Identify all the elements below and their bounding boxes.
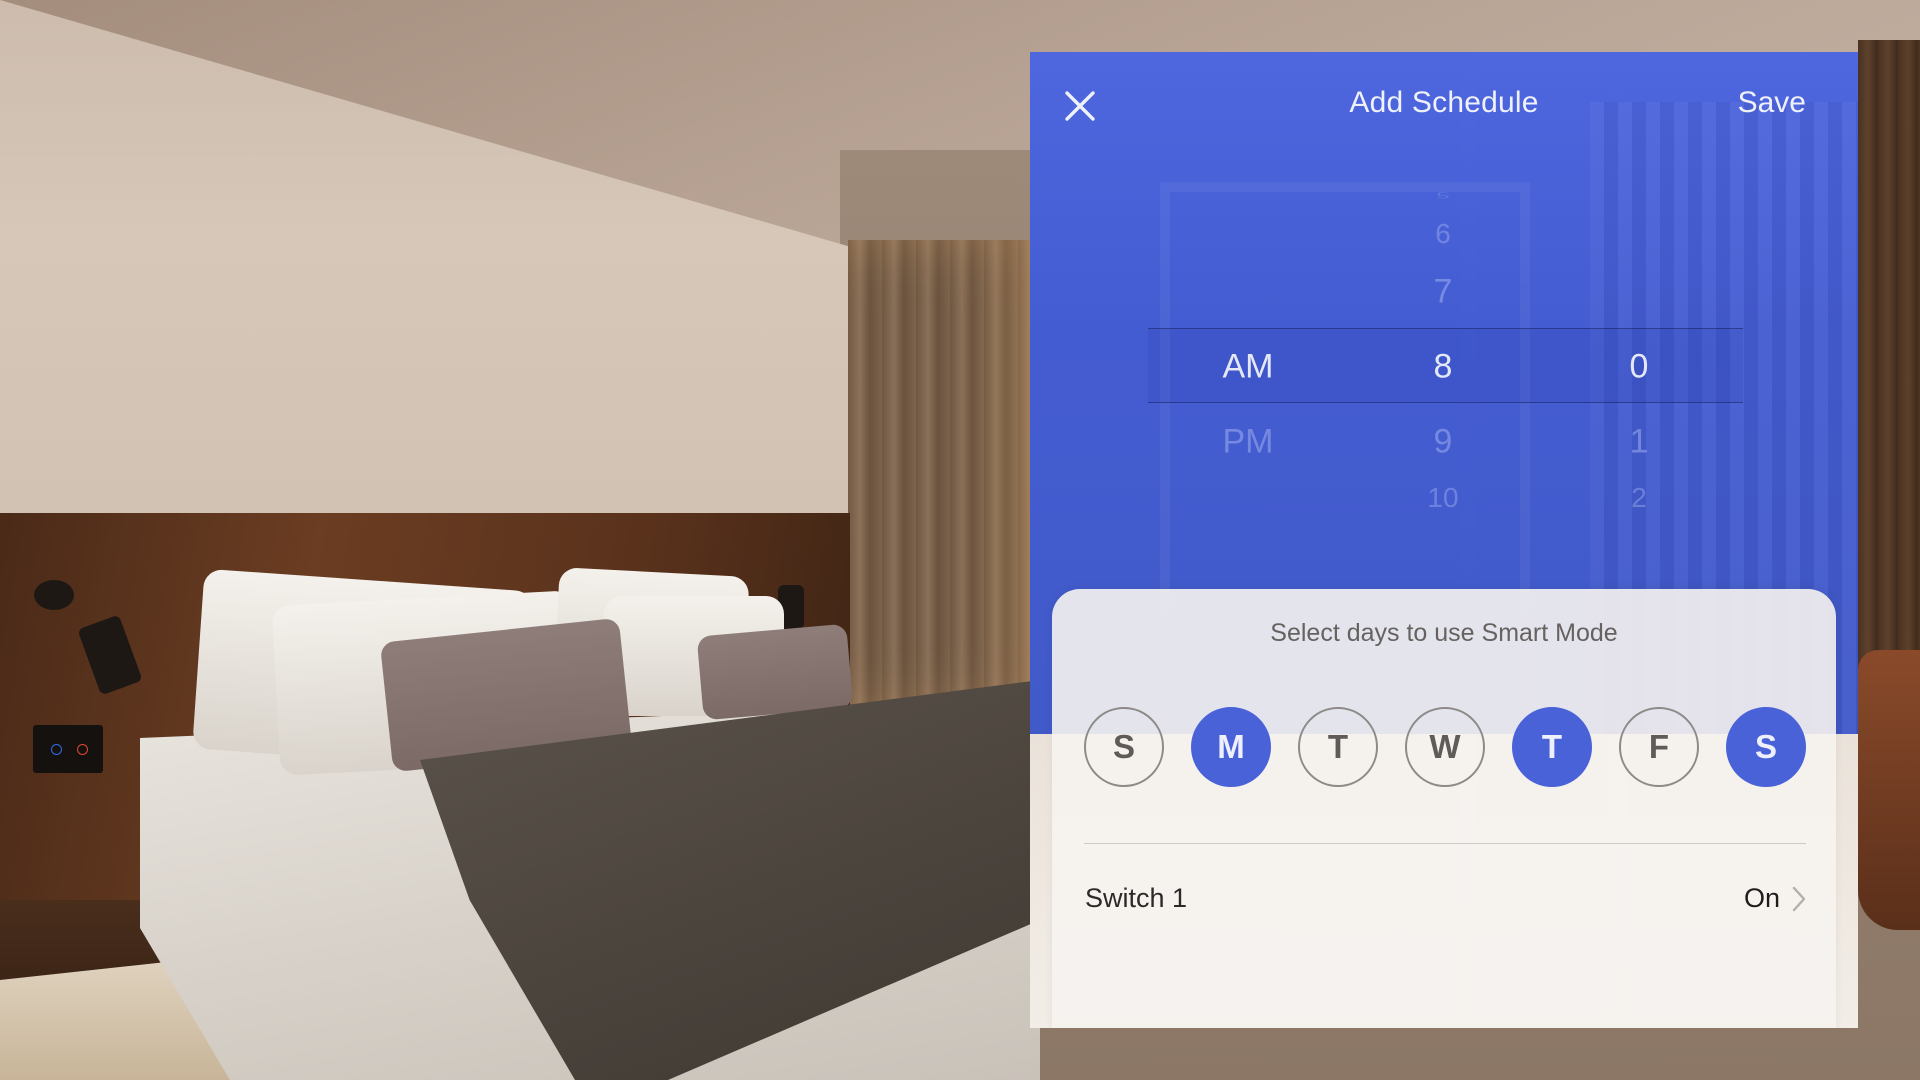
time-picker[interactable]: AM PM 5 6 7 8 9 10 0 1 2 [1030,158,1858,658]
cushion [696,623,854,721]
day-toggle-friday[interactable]: F [1619,707,1699,787]
picker-minute-selected[interactable]: 0 [1630,348,1649,387]
day-toggle-monday[interactable]: M [1191,707,1271,787]
save-button[interactable]: Save [1738,86,1806,120]
picker-divider-bottom [1148,402,1743,403]
switch-label: Switch 1 [1085,883,1188,913]
picker-hour-option[interactable]: 6 [1435,218,1451,250]
switch-action-row[interactable]: Switch 1 On [1084,863,1806,933]
days-hint: Select days to use Smart Mode [1270,619,1618,647]
header: Add Schedule Save [1030,52,1858,158]
curtain-right [1858,40,1920,740]
day-selector: SMTWTFS [1084,707,1806,787]
picker-hour-option[interactable]: 5 [1436,191,1449,201]
picker-period-option[interactable]: PM [1223,423,1274,462]
picker-hour-option[interactable]: 9 [1434,423,1453,462]
curtain [848,240,1038,710]
picker-minute-option[interactable]: 2 [1631,482,1647,514]
day-toggle-tuesday[interactable]: T [1298,707,1378,787]
day-toggle-wednesday[interactable]: W [1405,707,1485,787]
day-toggle-thursday[interactable]: T [1512,707,1592,787]
picker-hour-option[interactable]: 7 [1434,273,1453,312]
divider [1084,843,1806,844]
add-schedule-panel: Add Schedule Save AM PM 5 6 7 8 9 10 0 1… [1030,52,1858,1028]
picker-period-selected[interactable]: AM [1223,348,1274,387]
day-toggle-saturday[interactable]: S [1726,707,1806,787]
switch-state-value: On [1743,883,1780,913]
wall-switch [33,725,103,773]
picker-divider-top [1148,328,1743,329]
schedule-options-card: Select days to use Smart Mode SMTWTFS Sw… [1052,589,1836,1028]
armchair [1858,650,1920,930]
reading-lamp-base [34,580,74,610]
chevron-right-icon [1792,886,1806,912]
day-toggle-sunday[interactable]: S [1084,707,1164,787]
picker-hour-selected[interactable]: 8 [1434,348,1453,387]
picker-hour-option[interactable]: 10 [1427,482,1458,514]
picker-minute-option[interactable]: 1 [1630,423,1649,462]
page-title: Add Schedule [1349,86,1539,119]
